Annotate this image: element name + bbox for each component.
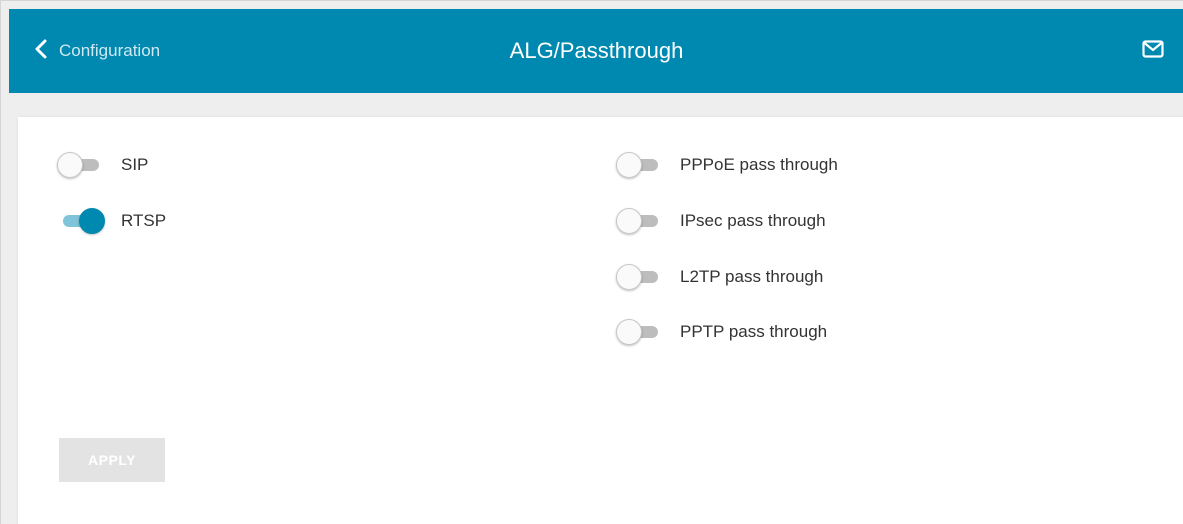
settings-card: SIP RTSP PPPoE pass through IPsec pass t… (18, 117, 1183, 524)
toggle-knob (616, 264, 642, 290)
l2tp-label: L2TP pass through (680, 267, 824, 286)
rtsp-toggle[interactable] (57, 208, 105, 234)
notifications-button[interactable] (1142, 9, 1164, 93)
pppoe-label: PPPoE pass through (680, 155, 838, 174)
chevron-left-icon (35, 39, 47, 64)
sip-label: SIP (121, 155, 149, 174)
toggle-knob (79, 208, 105, 234)
pptp-toggle[interactable] (616, 319, 664, 345)
sip-toggle-row[interactable]: SIP (57, 150, 148, 180)
back-to-configuration-link[interactable]: Configuration (35, 9, 160, 93)
toggle-knob (57, 152, 83, 178)
apply-button[interactable]: APPLY (59, 438, 165, 482)
pptp-toggle-row[interactable]: PPTP pass through (616, 317, 827, 347)
pppoe-toggle[interactable] (616, 152, 664, 178)
l2tp-toggle-row[interactable]: L2TP pass through (616, 262, 823, 292)
rtsp-label: RTSP (121, 211, 167, 230)
page-title: ALG/Passthrough (509, 38, 684, 63)
sip-toggle[interactable] (57, 152, 105, 178)
ipsec-toggle-row[interactable]: IPsec pass through (616, 206, 826, 236)
back-label: Configuration (59, 41, 161, 60)
mail-icon (1142, 39, 1164, 63)
rtsp-toggle-row[interactable]: RTSP (57, 206, 166, 236)
pptp-label: PPTP pass through (680, 322, 828, 341)
toggle-knob (616, 208, 642, 234)
l2tp-toggle[interactable] (616, 264, 664, 290)
ipsec-toggle[interactable] (616, 208, 664, 234)
toggle-knob (616, 319, 642, 345)
header-bar: ALG/Passthrough Configuration (9, 9, 1183, 93)
toggle-knob (616, 152, 642, 178)
app-frame: ALG/Passthrough Configuration SIP RTSP P… (0, 0, 1183, 524)
pppoe-toggle-row[interactable]: PPPoE pass through (616, 150, 838, 180)
ipsec-label: IPsec pass through (680, 211, 826, 230)
